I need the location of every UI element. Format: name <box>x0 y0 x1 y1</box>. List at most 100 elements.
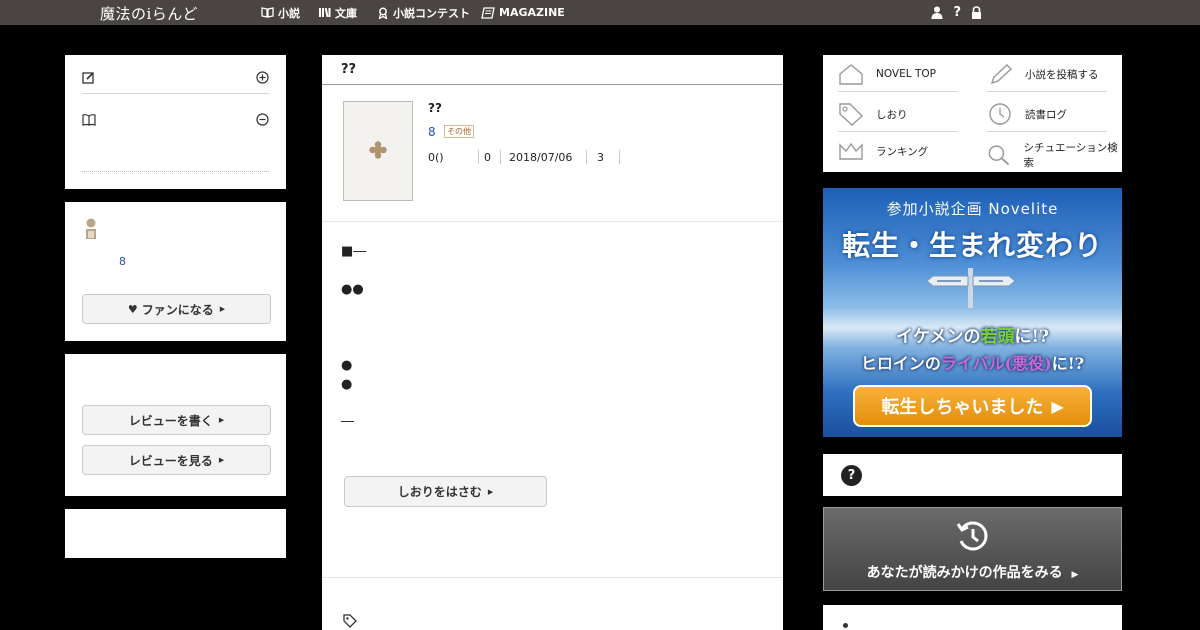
author-count[interactable]: 8 <box>119 255 126 268</box>
update-date: 2018/07/06 <box>509 151 573 164</box>
stat-separator <box>478 150 479 164</box>
nav-novel[interactable]: 小説 <box>261 0 300 25</box>
novelite-banner[interactable]: 参加小説企画 Novelite 転生・生まれ変わり イケメンの若頭に!? ヒロイ… <box>823 188 1122 437</box>
history-label-row: あなたが読みかけの作品をみる ▶ <box>824 562 1121 582</box>
banner-line3: イケメンの若頭に!? <box>823 322 1122 347</box>
stat-value: 3 <box>597 151 604 164</box>
nav-contest[interactable]: 小説コンテスト <box>377 0 470 25</box>
divider <box>838 131 958 132</box>
nav-magazine[interactable]: MAGAZINE <box>481 0 565 25</box>
write-review-label: レビューを書く <box>128 413 213 428</box>
stat-value: 0 <box>484 151 491 164</box>
empty-panel <box>65 509 286 558</box>
magazine-icon <box>481 6 495 19</box>
banner-highlight: 若頭 <box>980 327 1015 347</box>
work-main: ?? ?? 8 その他 0() 0 2018/07/06 3 ■― ●● ● ●… <box>322 55 783 630</box>
bookmark-button-label: しおりをはさむ <box>397 485 482 499</box>
divider <box>987 131 1107 132</box>
pencil-icon <box>990 64 1013 85</box>
menu-bookmarks[interactable]: しおり <box>838 102 908 126</box>
banner-text: ヒロインの <box>860 354 941 373</box>
lock-icon[interactable] <box>971 6 982 19</box>
nav-novel-label: 小説 <box>278 6 300 20</box>
plus-circle-icon[interactable] <box>256 71 269 84</box>
help-icon[interactable]: ? <box>953 5 961 20</box>
work-header-title: ?? <box>341 62 357 77</box>
menu-post-novel-label: 小説を投稿する <box>1025 68 1099 81</box>
divider <box>82 93 269 94</box>
banner-cta-button[interactable]: 転生しちゃいました ▶ <box>853 385 1092 427</box>
nav-contest-label: 小説コンテスト <box>393 6 470 20</box>
work-title[interactable]: ?? <box>428 101 442 115</box>
write-review-button[interactable]: レビューを書く ▶ <box>82 405 271 435</box>
history-icon <box>989 103 1011 125</box>
help-icon[interactable]: ? <box>841 465 862 486</box>
nav-bunko-label: 文庫 <box>335 6 357 20</box>
edit-row[interactable] <box>82 71 269 84</box>
menu-reading-log[interactable]: 読書ログ <box>987 102 1067 126</box>
arrow-right-icon: ▶ <box>487 487 494 496</box>
site-menu: NOVEL TOP 小説を投稿する しおり 読書ログ ランキング シチュエーショ… <box>823 55 1122 172</box>
menu-ranking[interactable]: ランキング <box>838 141 928 161</box>
menu-situation-search[interactable]: シチュエーション検索 <box>987 140 1122 170</box>
tag-icon <box>839 103 864 126</box>
dotted-divider <box>82 171 269 172</box>
body-line: ■― <box>341 244 367 259</box>
user-icon[interactable] <box>931 6 943 19</box>
history-icon <box>956 521 988 551</box>
reading-history-button[interactable]: あなたが読みかけの作品をみる ▶ <box>823 507 1122 591</box>
arrow-right-icon: ▶ <box>218 456 225 464</box>
arrow-right-icon: ▶ <box>218 416 225 424</box>
divider <box>322 577 783 578</box>
genre-tag[interactable]: その他 <box>444 125 474 138</box>
review-panel: レビューを書く ▶ レビューを見る ▶ <box>65 354 286 496</box>
work-author-count[interactable]: 8 <box>428 125 436 139</box>
menu-bookmarks-label: しおり <box>876 108 908 121</box>
fan-button[interactable]: ♥ ファンになる ▶ <box>82 294 271 324</box>
banner-text: イケメンの <box>896 327 981 347</box>
banner-text: に!? <box>1051 354 1085 373</box>
history-label: あなたが読みかけの作品をみる <box>866 565 1063 581</box>
banner-text: に!? <box>1014 327 1049 347</box>
help-panel: ? <box>823 454 1122 496</box>
menu-novel-top-label: NOVEL TOP <box>876 68 936 80</box>
nav-bunko[interactable]: 文庫 <box>318 0 357 25</box>
book-icon <box>261 7 274 18</box>
author-panel: 8 ♥ ファンになる ▶ <box>65 202 286 341</box>
contents-row[interactable] <box>82 113 269 126</box>
body-line: ●● <box>341 282 364 297</box>
user-icon <box>843 623 848 628</box>
tag-icon <box>343 614 357 628</box>
extra-panel <box>823 605 1122 630</box>
search-icon <box>988 145 1010 166</box>
flower-icon <box>369 141 387 159</box>
divider <box>322 221 783 222</box>
minus-circle-icon[interactable] <box>256 113 269 126</box>
menu-post-novel[interactable]: 小説を投稿する <box>989 63 1099 85</box>
banner-highlight: ライバル(悪役) <box>940 354 1052 373</box>
banner-line1: 参加小説企画 Novelite <box>886 200 1059 218</box>
open-book-icon <box>82 113 96 126</box>
menu-novel-top[interactable]: NOVEL TOP <box>838 63 936 85</box>
stat-value: 0() <box>428 151 444 164</box>
banner-cta-label: 転生しちゃいました <box>881 397 1044 418</box>
award-icon <box>378 7 388 19</box>
avatar[interactable] <box>84 218 98 240</box>
nav-magazine-label: MAGAZINE <box>499 6 565 19</box>
body-line: ● <box>341 358 353 373</box>
body-line: ● <box>341 377 353 392</box>
bookmark-button[interactable]: しおりをはさむ ▶ <box>344 476 547 507</box>
menu-reading-log-label: 読書ログ <box>1025 108 1067 121</box>
stat-separator <box>500 150 501 164</box>
banner-line2: 転生・生まれ変わり <box>841 229 1103 262</box>
signpost-icon <box>926 268 1016 308</box>
divider <box>838 91 958 92</box>
site-logo[interactable]: 魔法のiらんど <box>100 3 198 24</box>
view-review-button[interactable]: レビューを見る ▶ <box>82 445 271 475</box>
top-icon-group: ? <box>931 0 982 25</box>
book-cover[interactable] <box>343 101 413 201</box>
stat-separator <box>586 150 587 164</box>
arrow-right-icon: ▶ <box>1071 570 1079 580</box>
banner-line4: ヒロインのライバル(悪役)に!? <box>823 350 1122 374</box>
divider <box>987 91 1107 92</box>
